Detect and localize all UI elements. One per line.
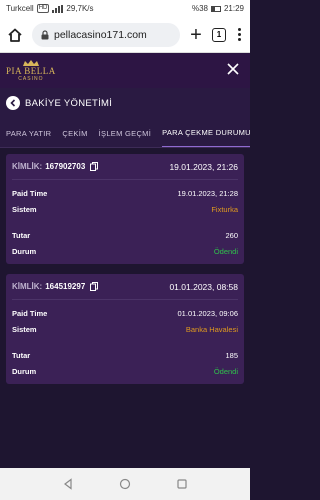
- status-value: Ödendi: [213, 246, 238, 256]
- status-label: Durum: [12, 366, 37, 376]
- clock: 21:29: [223, 4, 244, 13]
- transaction-header: KİMLİK: 164519297 01.01.2023, 08:58: [12, 274, 238, 300]
- site-header: PIA BELLA CASINO: [0, 53, 250, 88]
- amount-label: Tutar: [12, 350, 31, 360]
- amount-label: Tutar: [12, 230, 31, 240]
- system-value: Fixturka: [211, 204, 238, 214]
- nav-home-icon[interactable]: [119, 478, 131, 490]
- transaction-header: KİMLİK: 167902703 19.01.2023, 21:26: [12, 154, 238, 180]
- network-speed: 29,7K/s: [66, 4, 94, 13]
- amount-row: Tutar 260: [12, 227, 238, 243]
- signal-icon: [52, 4, 64, 13]
- system-label: Sistem: [12, 204, 37, 214]
- paid-time-value: 01.01.2023, 09:06: [177, 308, 238, 318]
- carrier-label: Turkcell: [6, 4, 34, 13]
- site-logo[interactable]: PIA BELLA CASINO: [6, 59, 56, 82]
- copy-icon[interactable]: [90, 162, 99, 171]
- paid-time-label: Paid Time: [12, 308, 48, 318]
- brand-name: PIA BELLA: [6, 66, 56, 76]
- address-bar[interactable]: pellacasino171.com: [32, 22, 180, 47]
- transaction-id: 164519297: [45, 282, 86, 291]
- status-row: Durum Ödendi: [12, 363, 238, 379]
- battery-percent: %38: [191, 4, 208, 13]
- nav-recents-icon[interactable]: [176, 478, 188, 490]
- amount-value: 185: [225, 350, 238, 360]
- home-icon[interactable]: [6, 26, 24, 44]
- tab-withdraw[interactable]: ÇEKİM: [62, 119, 87, 147]
- status-value: Ödendi: [213, 366, 238, 376]
- system-row: Sistem Banka Havalesi: [12, 321, 238, 337]
- amount-row: Tutar 185: [12, 347, 238, 363]
- transactions-list: KİMLİK: 167902703 19.01.2023, 21:26 Paid…: [0, 148, 250, 384]
- browser-toolbar: pellacasino171.com + 1: [0, 17, 250, 53]
- back-arrow-icon[interactable]: [6, 96, 20, 110]
- balance-tabs: PARA YATIR ÇEKİM İŞLEM GEÇMİ PARA ÇEKME …: [0, 118, 250, 148]
- tab-deposit[interactable]: PARA YATIR: [6, 119, 51, 147]
- transaction-card: KİMLİK: 167902703 19.01.2023, 21:26 Paid…: [6, 154, 244, 264]
- battery-icon: [210, 5, 221, 12]
- brand-sub: CASINO: [18, 76, 44, 82]
- system-label: Sistem: [12, 324, 37, 334]
- transaction-card: KİMLİK: 164519297 01.01.2023, 08:58 Paid…: [6, 274, 244, 384]
- system-value: Banka Havalesi: [185, 324, 238, 334]
- close-icon[interactable]: [226, 62, 240, 76]
- android-status-bar: Turkcell HD 29,7K/s %38 21:29: [0, 0, 250, 17]
- page-title: BAKİYE YÖNETİMİ: [25, 97, 113, 109]
- system-row: Sistem Fixturka: [12, 201, 238, 217]
- lock-icon: [41, 29, 49, 39]
- new-tab-plus-icon[interactable]: +: [188, 25, 204, 45]
- paid-time-row: Paid Time 01.01.2023, 09:06: [12, 305, 238, 321]
- paid-time-row: Paid Time 19.01.2023, 21:28: [12, 185, 238, 201]
- id-label: KİMLİK:: [12, 282, 43, 291]
- paid-time-value: 19.01.2023, 21:28: [177, 188, 238, 198]
- page-title-bar: BAKİYE YÖNETİMİ: [0, 88, 250, 118]
- status-row: Durum Ödendi: [12, 243, 238, 259]
- transaction-date: 01.01.2023, 08:58: [169, 281, 238, 292]
- nav-back-icon[interactable]: [62, 478, 74, 490]
- overflow-menu-icon[interactable]: [234, 28, 244, 41]
- transaction-date: 19.01.2023, 21:26: [169, 161, 238, 172]
- transaction-id: 167902703: [45, 162, 86, 171]
- status-label: Durum: [12, 246, 37, 256]
- paid-time-label: Paid Time: [12, 188, 48, 198]
- tab-withdraw-status[interactable]: PARA ÇEKME DURUMU: [162, 118, 250, 147]
- hd-badge: HD: [36, 4, 50, 13]
- id-label: KİMLİK:: [12, 162, 43, 171]
- tab-history[interactable]: İŞLEM GEÇMİ: [99, 119, 151, 147]
- tab-switcher-icon[interactable]: 1: [212, 27, 226, 42]
- android-nav-bar: [0, 468, 250, 500]
- url-text: pellacasino171.com: [54, 28, 147, 41]
- copy-icon[interactable]: [90, 282, 99, 291]
- amount-value: 260: [225, 230, 238, 240]
